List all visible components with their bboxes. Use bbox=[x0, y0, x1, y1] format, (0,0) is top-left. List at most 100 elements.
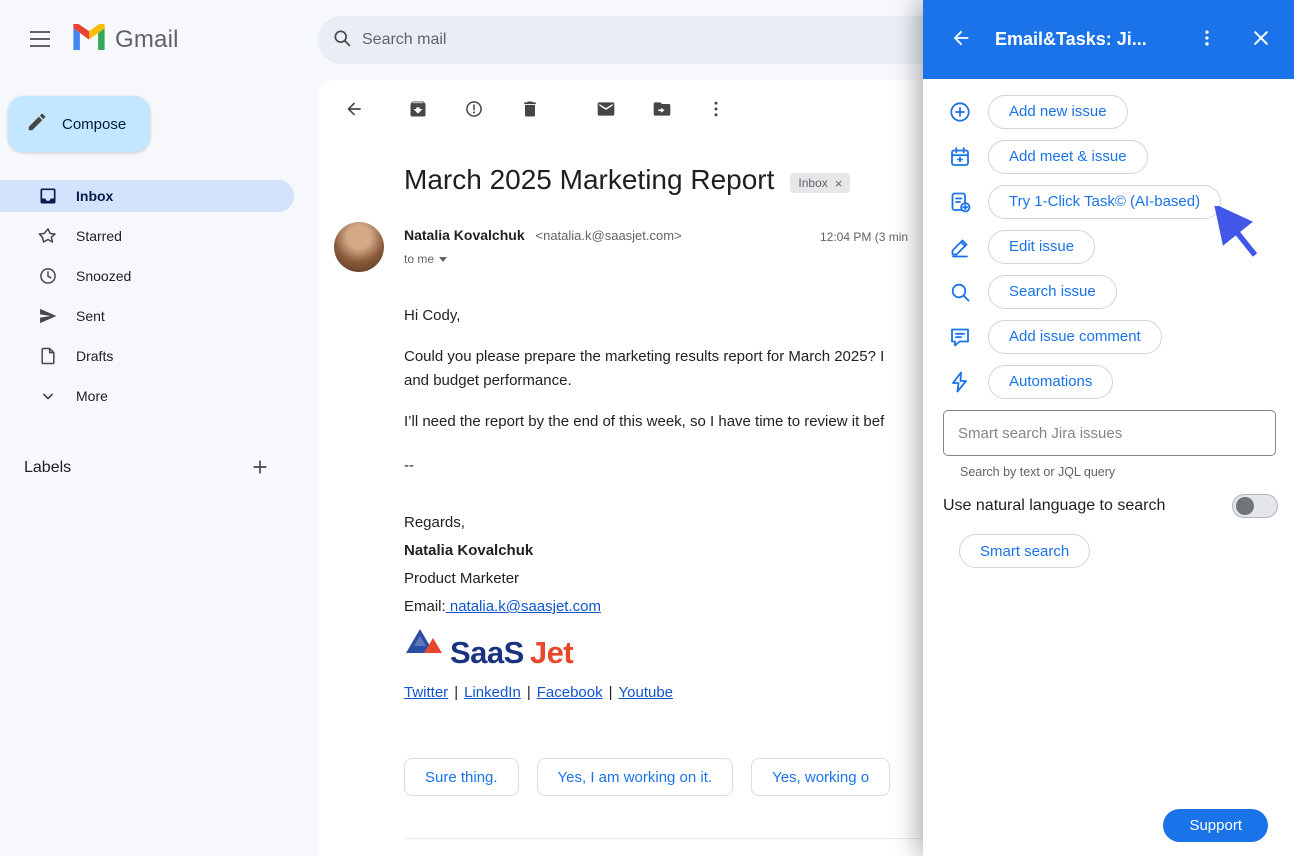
automations-button[interactable]: Automations bbox=[988, 365, 1113, 399]
sender-line: Natalia Kovalchuk <natalia.k@saasjet.com… bbox=[404, 227, 682, 243]
facebook-link[interactable]: Facebook bbox=[537, 684, 603, 701]
panel-menu-button[interactable] bbox=[1192, 25, 1222, 55]
compose-pencil-icon bbox=[26, 111, 48, 137]
twitter-link[interactable]: Twitter bbox=[404, 684, 448, 701]
comment-icon bbox=[948, 325, 972, 349]
natural-language-row: Use natural language to search bbox=[943, 494, 1278, 518]
sidebar-item-label: Snoozed bbox=[76, 268, 131, 284]
main-menu-button[interactable] bbox=[16, 16, 64, 64]
move-to-folder-button[interactable] bbox=[642, 90, 682, 130]
back-arrow-icon bbox=[344, 99, 364, 122]
sidebar-item-drafts[interactable]: Drafts bbox=[0, 340, 294, 372]
add-circle-icon bbox=[948, 100, 972, 124]
mail-toolbar bbox=[334, 90, 736, 130]
search-issue-icon bbox=[948, 280, 972, 304]
search-input[interactable] bbox=[362, 31, 950, 49]
mail-search-bar[interactable] bbox=[318, 16, 958, 64]
more-options-button[interactable] bbox=[696, 90, 736, 130]
back-button[interactable] bbox=[334, 90, 374, 130]
remove-label-icon[interactable]: × bbox=[835, 177, 843, 190]
search-icon bbox=[332, 28, 352, 53]
search-issue-button[interactable]: Search issue bbox=[988, 275, 1117, 309]
plus-icon bbox=[250, 457, 270, 480]
app-title: Gmail bbox=[115, 26, 179, 54]
archive-button[interactable] bbox=[398, 90, 438, 130]
jira-addon-panel: Email&Tasks: Ji... Add new issue Add mee… bbox=[923, 0, 1294, 856]
close-icon bbox=[1251, 28, 1271, 51]
panel-back-arrow-icon bbox=[950, 27, 972, 52]
sender-name: Natalia Kovalchuk bbox=[404, 227, 525, 243]
panel-back-button[interactable] bbox=[945, 24, 977, 56]
inbox-label-badge[interactable]: Inbox × bbox=[790, 173, 850, 193]
trash-icon bbox=[520, 99, 540, 122]
compose-button[interactable]: Compose bbox=[8, 96, 150, 152]
panel-kebab-icon bbox=[1197, 28, 1217, 51]
email-label: Email: bbox=[404, 598, 446, 615]
smart-reply-2[interactable]: Yes, I am working on it. bbox=[537, 758, 734, 796]
sidebar-item-label: Sent bbox=[76, 308, 105, 324]
sidebar-item-sent[interactable]: Sent bbox=[0, 300, 294, 332]
action-row-add-new-issue: Add new issue bbox=[923, 89, 1294, 134]
action-row-add-comment: Add issue comment bbox=[923, 314, 1294, 359]
inbox-badge-text: Inbox bbox=[798, 176, 827, 190]
task-add-icon bbox=[948, 190, 972, 214]
add-meet-issue-button[interactable]: Add meet & issue bbox=[988, 140, 1148, 174]
sidebar-item-label: Starred bbox=[76, 228, 122, 244]
logo-text-jet: Jet bbox=[530, 639, 573, 667]
report-spam-icon bbox=[464, 99, 484, 122]
delete-button[interactable] bbox=[510, 90, 550, 130]
sidebar-item-label: Drafts bbox=[76, 348, 113, 364]
to-me-label: to me bbox=[404, 252, 434, 266]
smart-reply-3[interactable]: Yes, working o bbox=[751, 758, 890, 796]
gmail-m-icon bbox=[72, 24, 106, 55]
chevron-down-icon bbox=[38, 386, 58, 406]
archive-icon bbox=[408, 99, 428, 122]
edit-issue-button[interactable]: Edit issue bbox=[988, 230, 1095, 264]
envelope-icon bbox=[596, 99, 616, 122]
sidebar-item-starred[interactable]: Starred bbox=[0, 220, 294, 252]
sidebar-item-more[interactable]: More bbox=[0, 380, 294, 412]
action-row-automations: Automations bbox=[923, 359, 1294, 404]
sender-avatar bbox=[334, 222, 384, 272]
folder-move-icon bbox=[652, 99, 672, 122]
automation-bolt-icon bbox=[948, 370, 972, 394]
gmail-sidebar: Compose Inbox Starred Snoozed Sent bbox=[0, 80, 300, 856]
details-caret-icon bbox=[439, 257, 447, 262]
labels-section: Labels bbox=[24, 452, 276, 484]
youtube-link[interactable]: Youtube bbox=[619, 684, 674, 701]
try-one-click-task-button[interactable]: Try 1-Click Task© (AI-based) bbox=[988, 185, 1221, 219]
linkedin-link[interactable]: LinkedIn bbox=[464, 684, 521, 701]
action-row-search-issue: Search issue bbox=[923, 269, 1294, 314]
add-issue-comment-button[interactable]: Add issue comment bbox=[988, 320, 1162, 354]
mark-unread-button[interactable] bbox=[586, 90, 626, 130]
link-separator: | bbox=[609, 684, 613, 701]
smart-search-button[interactable]: Smart search bbox=[959, 534, 1090, 568]
kebab-icon bbox=[706, 99, 726, 122]
sidebar-item-snoozed[interactable]: Snoozed bbox=[0, 260, 294, 292]
search-hint: Search by text or JQL query bbox=[960, 465, 1115, 479]
sender-address: <natalia.k@saasjet.com> bbox=[536, 228, 682, 243]
draft-icon bbox=[38, 346, 58, 366]
create-label-button[interactable] bbox=[244, 452, 276, 484]
support-button[interactable]: Support bbox=[1163, 809, 1268, 842]
link-separator: | bbox=[454, 684, 458, 701]
sidebar-nav: Inbox Starred Snoozed Sent Drafts bbox=[0, 180, 294, 420]
link-separator: | bbox=[527, 684, 531, 701]
hamburger-icon bbox=[30, 31, 50, 50]
edit-pencil-icon bbox=[948, 235, 972, 259]
report-spam-button[interactable] bbox=[454, 90, 494, 130]
panel-close-button[interactable] bbox=[1246, 25, 1276, 55]
sidebar-item-inbox[interactable]: Inbox bbox=[0, 180, 294, 212]
saasjet-logo-icon bbox=[404, 623, 444, 667]
smart-reply-1[interactable]: Sure thing. bbox=[404, 758, 519, 796]
send-icon bbox=[38, 306, 58, 326]
natural-language-toggle[interactable] bbox=[1232, 494, 1278, 518]
recipient-dropdown[interactable]: to me bbox=[404, 252, 447, 266]
add-new-issue-button[interactable]: Add new issue bbox=[988, 95, 1128, 129]
star-icon bbox=[38, 226, 58, 246]
sidebar-item-label: More bbox=[76, 388, 108, 404]
inbox-icon bbox=[38, 186, 58, 206]
jira-smart-search-input[interactable] bbox=[943, 410, 1276, 456]
signature-email-link[interactable]: natalia.k@saasjet.com bbox=[446, 598, 601, 615]
sidebar-item-label: Inbox bbox=[76, 188, 113, 204]
